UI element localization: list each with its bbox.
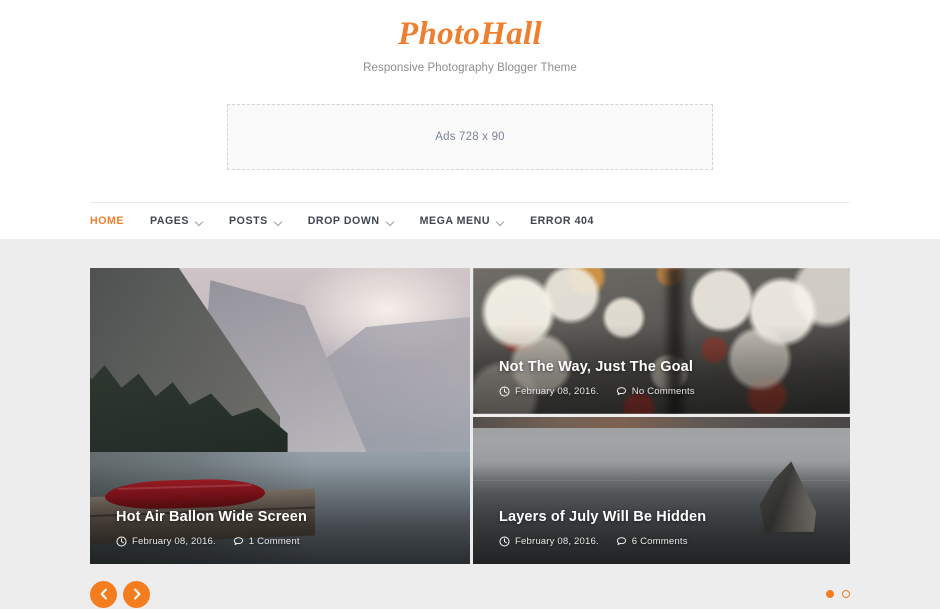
chevron-down-icon [196,218,203,225]
main-navigation-bar: HOME PAGES POSTS DROP DOWN MEGA MENU ERR… [0,202,940,240]
post-comments-text: 6 Comments [631,536,688,548]
site-tagline: Responsive Photography Blogger Theme [363,62,577,75]
post-overlay: Not The Way, Just The Goal February 08, … [473,358,850,414]
ads-banner[interactable]: Ads 728 x 90 [227,104,713,171]
featured-post-card-top[interactable]: Not The Way, Just The Goal February 08, … [473,268,850,415]
site-header: PhotoHall Responsive Photography Blogger… [0,0,940,240]
clock-icon [499,386,510,397]
post-date: February 08, 2016. [116,536,216,547]
chevron-down-icon [497,218,504,225]
post-date-text: February 08, 2016. [132,536,216,548]
chevron-left-icon [99,588,109,600]
main-navigation: HOME PAGES POSTS DROP DOWN MEGA MENU ERR… [90,202,850,239]
featured-post-card-large[interactable]: Hot Air Ballon Wide Screen February 08, … [90,268,470,565]
post-comments[interactable]: 1 Comment [233,536,300,547]
slider-dot-2[interactable] [842,590,850,599]
nav-item-label: HOME [90,215,124,228]
post-overlay: Layers of July Will Be Hidden February 0… [473,508,850,564]
post-meta: February 08, 2016. 1 Comment [116,536,470,547]
nav-item-mega-menu[interactable]: MEGA MENU [420,215,504,227]
slider-dot-1[interactable] [826,590,834,599]
featured-slider-section: Hot Air Ballon Wide Screen February 08, … [0,239,940,609]
nav-item-posts[interactable]: POSTS [229,215,282,227]
post-meta: February 08, 2016. No Comments [499,386,850,397]
nav-item-label: POSTS [229,215,268,228]
chevron-right-icon [132,588,142,600]
clock-icon [116,536,127,547]
ads-banner-label: Ads 728 x 90 [435,131,505,144]
post-title[interactable]: Hot Air Ballon Wide Screen [116,508,470,527]
post-title[interactable]: Layers of July Will Be Hidden [499,508,850,527]
chevron-down-icon [387,218,394,225]
site-logo[interactable]: PhotoHall [0,14,940,55]
post-date-text: February 08, 2016. [515,386,599,398]
featured-slider: Hot Air Ballon Wide Screen February 08, … [90,268,850,565]
nav-item-pages[interactable]: PAGES [150,215,203,227]
post-overlay: Hot Air Ballon Wide Screen February 08, … [90,508,470,564]
post-meta: February 08, 2016. 6 Comments [499,536,850,547]
featured-post-card-bottom[interactable]: Layers of July Will Be Hidden February 0… [473,417,850,565]
post-date: February 08, 2016. [499,386,599,397]
nav-item-label: ERROR 404 [530,215,594,228]
nav-item-label: MEGA MENU [419,215,491,228]
post-comments[interactable]: No Comments [616,386,695,397]
slider-arrows [90,580,150,608]
slider-next-button[interactable] [123,580,150,608]
post-comments-text: 1 Comment [248,536,300,548]
post-title[interactable]: Not The Way, Just The Goal [499,358,850,377]
nav-item-label: PAGES [149,215,190,228]
slider-pagination [826,590,850,599]
clock-icon [499,536,510,547]
nav-item-drop-down[interactable]: DROP DOWN [308,215,394,227]
chevron-down-icon [275,218,282,225]
post-date: February 08, 2016. [499,536,599,547]
nav-item-label: DROP DOWN [307,215,380,228]
ads-banner-wrapper: Ads 728 x 90 [227,104,713,171]
nav-item-home[interactable]: HOME [90,215,124,227]
slider-controls [90,579,850,609]
slider-prev-button[interactable] [90,580,117,608]
comment-bubble-icon [616,386,627,397]
featured-side-column: Not The Way, Just The Goal February 08, … [473,268,850,565]
comment-bubble-icon [616,536,627,547]
nav-item-error-404[interactable]: ERROR 404 [530,215,594,227]
post-comments[interactable]: 6 Comments [616,536,688,547]
comment-bubble-icon [233,536,244,547]
post-date-text: February 08, 2016. [515,536,599,548]
post-comments-text: No Comments [631,386,695,398]
